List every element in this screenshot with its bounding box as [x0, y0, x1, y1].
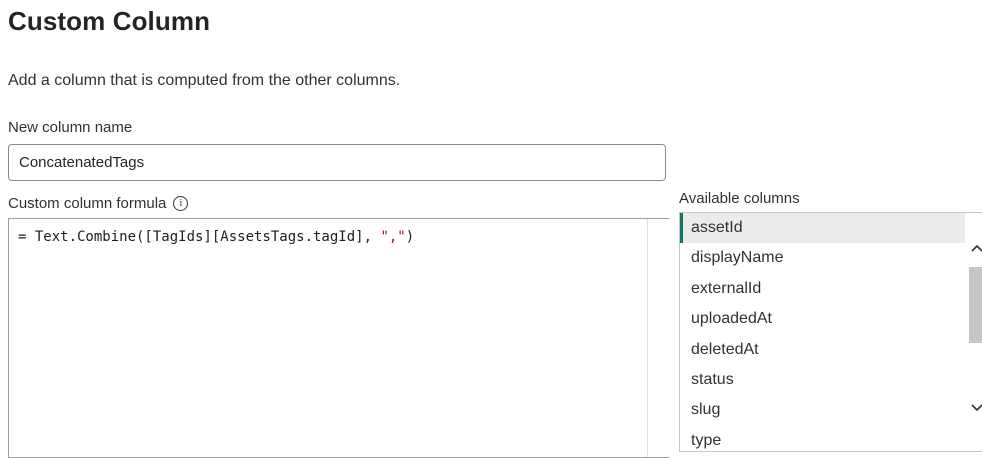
column-item-status[interactable]: status: [680, 365, 982, 395]
column-item-deletedAt[interactable]: deletedAt: [680, 335, 982, 365]
column-item-type[interactable]: type: [680, 426, 982, 451]
formula-code-suffix: ): [405, 229, 415, 245]
dialog-title: Custom Column: [8, 6, 211, 36]
new-column-name-input[interactable]: [8, 144, 666, 181]
chevron-down-icon[interactable]: [968, 399, 982, 419]
column-item-externalId[interactable]: externalId: [680, 274, 982, 304]
info-icon[interactable]: i: [173, 196, 189, 211]
dialog-description: Add a column that is computed from the o…: [8, 72, 401, 89]
column-item-assetId[interactable]: assetId: [680, 213, 982, 244]
available-columns-list[interactable]: assetId displayName externalId uploadedA…: [679, 212, 982, 452]
formula-label-row: Custom column formula i: [8, 195, 189, 212]
formula-scrollbar[interactable]: [647, 219, 670, 457]
scrollbar-thumb[interactable]: [969, 267, 982, 343]
available-columns-label: Available columns: [679, 190, 800, 207]
new-column-name-label: New column name: [8, 119, 133, 136]
formula-label: Custom column formula: [8, 195, 167, 212]
column-item-displayName[interactable]: displayName: [680, 243, 982, 273]
column-item-slug[interactable]: slug: [680, 395, 982, 425]
formula-editor[interactable]: = Text.Combine([TagIds][AssetsTags.tagId…: [8, 218, 670, 458]
formula-code-string: ",": [380, 229, 406, 245]
chevron-up-icon[interactable]: [968, 239, 982, 259]
column-item-uploadedAt[interactable]: uploadedAt: [680, 304, 982, 334]
columns-scrollbar[interactable]: [965, 213, 982, 451]
formula-code-prefix: = Text.Combine([TagIds][AssetsTags.tagId…: [18, 229, 381, 245]
formula-code[interactable]: = Text.Combine([TagIds][AssetsTags.tagId…: [18, 229, 414, 245]
